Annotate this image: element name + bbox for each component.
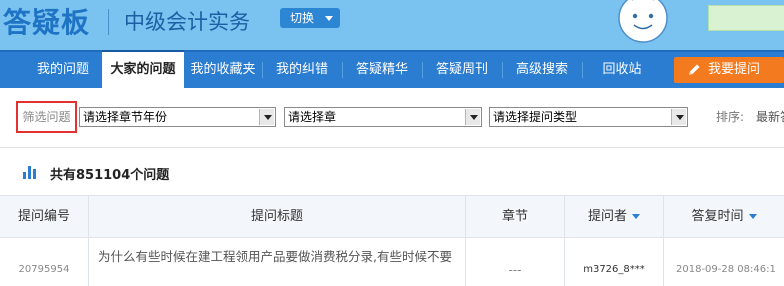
question-type-select-value: 请选择提问类型: [493, 110, 578, 124]
chapter-select-value: 请选择章: [288, 110, 337, 124]
header-divider: [108, 9, 109, 35]
sort-option-latest[interactable]: 最新答: [756, 108, 784, 125]
nav-qa-highlights[interactable]: 答疑精华: [342, 52, 422, 88]
sort-down-icon[interactable]: [632, 214, 640, 219]
ask-question-button[interactable]: 我要提问: [674, 57, 784, 83]
bar-chart-icon: [23, 166, 36, 179]
mascot-illustration: [618, 0, 668, 43]
subject-title: 中级会计实务: [124, 10, 250, 34]
question-title-link[interactable]: 为什么有些时候在建工程领用产品要做消费税分录,有些时候不要: [89, 238, 466, 286]
main-nav: 我的问题 大家的问题 我的收藏夹 我的纠错 答疑精华 答疑周刊 高级搜索 回收站…: [0, 50, 784, 88]
chapter-select[interactable]: 请选择章: [284, 107, 482, 127]
year-select[interactable]: 请选择章节年份: [79, 107, 276, 127]
user-info-box[interactable]: [708, 5, 784, 31]
switch-label: 切换: [290, 11, 315, 25]
column-header-title: 提问标题: [89, 196, 466, 237]
sort-down-icon[interactable]: [748, 214, 757, 219]
nav-advanced-search[interactable]: 高级搜索: [502, 52, 582, 88]
nav-my-corrections[interactable]: 我的纠错: [262, 52, 342, 88]
column-header-chapter: 章节: [466, 196, 565, 237]
question-asker: m3726_8***: [565, 238, 664, 286]
filter-label: 筛选问题: [16, 101, 77, 133]
question-count: 共有851104个问题: [50, 168, 170, 183]
column-header-id: 提问编号: [0, 196, 89, 237]
sort-label: 排序:: [716, 110, 745, 124]
dropdown-arrow-icon[interactable]: [259, 109, 274, 125]
nav-recycle-bin[interactable]: 回收站: [582, 52, 662, 88]
nav-my-questions[interactable]: 我的问题: [24, 52, 102, 88]
result-summary: 共有851104个问题: [0, 149, 784, 195]
column-header-asker[interactable]: 提问者: [565, 196, 664, 237]
question-type-select[interactable]: 请选择提问类型: [489, 107, 688, 127]
ask-question-label: 我要提问: [708, 62, 761, 77]
dropdown-arrow-icon[interactable]: [671, 109, 686, 125]
nav-my-favorites[interactable]: 我的收藏夹: [184, 52, 262, 88]
answer-time: 2018-09-28 08:46:1: [676, 264, 776, 275]
column-header-time[interactable]: 答复时间: [664, 196, 784, 237]
asker-header-label: 提问者: [587, 209, 627, 224]
nav-all-questions[interactable]: 大家的问题: [102, 50, 184, 88]
table-row[interactable]: 20795954 为什么有些时候在建工程领用产品要做消费税分录,有些时候不要 -…: [0, 238, 784, 286]
header-banner: 答疑板 中级会计实务 切换: [0, 0, 784, 50]
dropdown-arrow-icon[interactable]: [465, 109, 480, 125]
time-header-label: 答复时间: [691, 209, 744, 224]
switch-subject-button[interactable]: 切换: [280, 8, 340, 28]
pen-icon: [689, 64, 700, 75]
question-chapter: ---: [466, 238, 565, 286]
table-header: 提问编号 提问标题 章节 提问者 答复时间: [0, 195, 784, 238]
logo[interactable]: 答疑板: [3, 1, 90, 41]
filter-bar: 筛选问题 请选择章节年份 请选择章 请选择提问类型 排序: 最新答: [0, 88, 784, 148]
chevron-down-icon: [325, 16, 333, 21]
year-select-value: 请选择章节年份: [83, 110, 168, 124]
question-id: 20795954: [0, 238, 89, 286]
nav-qa-weekly[interactable]: 答疑周刊: [422, 52, 502, 88]
